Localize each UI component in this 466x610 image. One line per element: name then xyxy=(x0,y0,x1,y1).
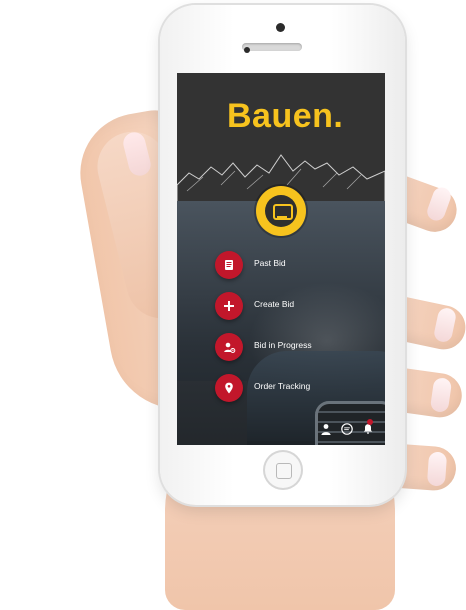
document-icon-svg xyxy=(225,260,233,270)
home-button-square xyxy=(276,463,292,479)
user-icon[interactable] xyxy=(318,421,334,437)
bottom-bar xyxy=(177,415,385,445)
plus-icon-svg xyxy=(224,301,234,311)
menu-label-order-tracking: Order Tracking xyxy=(254,381,311,391)
chat-icon[interactable] xyxy=(339,421,355,437)
user-clock-icon-svg xyxy=(224,342,236,353)
earpiece xyxy=(242,43,302,51)
header: Bauen. xyxy=(177,73,385,205)
chat-icon-svg xyxy=(341,423,353,435)
user-clock-icon xyxy=(215,333,243,361)
phone-screen: Bauen. Past Bid Create Bid Bid in Progre… xyxy=(177,73,385,445)
menu-label-bid-in-progress: Bid in Progress xyxy=(254,340,312,350)
menu-label-create-bid: Create Bid xyxy=(254,299,295,309)
location-pin-icon-svg xyxy=(225,382,233,394)
phone-device: Bauen. Past Bid Create Bid Bid in Progre… xyxy=(160,5,405,505)
menu-label-past-bid: Past Bid xyxy=(254,258,286,268)
plus-icon xyxy=(215,292,243,320)
front-camera xyxy=(276,23,285,32)
menu-item-create-bid[interactable]: Create Bid xyxy=(215,292,385,329)
menu-item-bid-in-progress[interactable]: Bid in Progress xyxy=(215,333,385,370)
brand-logo-text: Bauen. xyxy=(227,97,344,135)
truck-logo-inner xyxy=(265,195,297,227)
truck-logo-badge xyxy=(256,186,306,236)
truck-icon xyxy=(273,204,293,220)
notification-badge xyxy=(367,419,373,425)
menu-item-order-tracking[interactable]: Order Tracking xyxy=(215,374,385,411)
document-icon xyxy=(215,251,243,279)
proximity-sensor xyxy=(244,47,250,53)
user-icon-svg xyxy=(321,424,331,435)
location-pin-icon xyxy=(215,374,243,402)
menu-item-past-bid[interactable]: Past Bid xyxy=(215,251,385,288)
main-menu: Past Bid Create Bid Bid in Progress Orde… xyxy=(215,251,385,415)
fingernail xyxy=(426,451,448,487)
home-button[interactable] xyxy=(263,450,303,490)
